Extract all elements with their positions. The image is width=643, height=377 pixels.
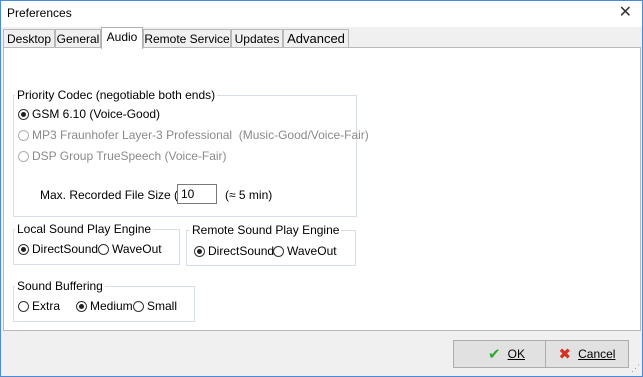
- radio-unchecked-icon: [273, 245, 284, 257]
- remote-waveout-radio[interactable]: WaveOut: [273, 244, 337, 258]
- radio-checked-icon: [18, 108, 29, 120]
- codec-truespeech-label: DSP Group TrueSpeech (Voice-Fair): [32, 149, 227, 163]
- button-bar: ✔ OK ✖ Cancel ⋰: [1, 331, 642, 376]
- buffering-extra-radio[interactable]: Extra: [18, 299, 60, 313]
- cancel-label: Cancel: [578, 347, 616, 361]
- buffering-small-radio[interactable]: Small: [133, 299, 177, 313]
- buffering-medium-radio[interactable]: Medium: [76, 299, 133, 313]
- codec-mp3-label: MP3 Fraunhofer Layer-3 Professional (Mus…: [32, 128, 369, 142]
- local-waveout-radio[interactable]: WaveOut: [98, 242, 162, 256]
- ok-label: OK: [507, 347, 525, 361]
- local-engine-label: Local Sound Play Engine: [15, 222, 154, 236]
- window-title: Preferences: [7, 6, 72, 20]
- buffering-extra-label: Extra: [32, 299, 61, 313]
- local-directsound-radio[interactable]: DirectSound: [18, 242, 98, 256]
- ok-button[interactable]: ✔ OK: [453, 340, 560, 368]
- cross-icon: ✖: [558, 346, 572, 363]
- checkmark-icon: ✔: [488, 346, 501, 363]
- codec-truespeech-radio: DSP Group TrueSpeech (Voice-Fair): [18, 149, 227, 163]
- radio-checked-icon: [18, 243, 29, 255]
- local-directsound-label: DirectSound: [32, 242, 99, 256]
- remote-engine-label: Remote Sound Play Engine: [190, 223, 342, 237]
- tab-advanced[interactable]: Advanced: [283, 29, 349, 48]
- tab-remote-service[interactable]: Remote Service: [143, 29, 231, 48]
- max-file-size-input[interactable]: [177, 184, 217, 204]
- close-icon[interactable]: ✕: [619, 3, 632, 23]
- priority-codec-label: Priority Codec (negotiable both ends): [15, 88, 218, 102]
- local-waveout-label: WaveOut: [112, 242, 162, 256]
- radio-unchecked-icon: [18, 129, 29, 141]
- resize-grip-icon[interactable]: ⋰: [631, 363, 640, 374]
- codec-gsm-label: GSM 6.10 (Voice-Good): [32, 107, 161, 121]
- audio-panel: Priority Codec (negotiable both ends) GS…: [3, 47, 641, 331]
- buffering-small-label: Small: [147, 299, 178, 313]
- tab-updates[interactable]: Updates: [231, 29, 283, 48]
- title-bar[interactable]: Preferences ✕: [1, 1, 642, 27]
- buffering-medium-label: Medium: [90, 299, 133, 313]
- remote-waveout-label: WaveOut: [287, 244, 337, 258]
- radio-unchecked-icon: [18, 300, 29, 312]
- preferences-window: Preferences ✕ Desktop General Audio Remo…: [0, 0, 643, 377]
- radio-unchecked-icon: [133, 300, 144, 312]
- codec-gsm-radio[interactable]: GSM 6.10 (Voice-Good): [18, 107, 160, 121]
- tab-desktop[interactable]: Desktop: [3, 29, 55, 48]
- radio-unchecked-icon: [98, 243, 109, 255]
- remote-directsound-label: DirectSound: [208, 244, 275, 258]
- radio-checked-icon: [76, 300, 87, 312]
- codec-mp3-radio: MP3 Fraunhofer Layer-3 Professional (Mus…: [18, 128, 369, 142]
- tab-audio[interactable]: Audio: [101, 27, 143, 49]
- remote-directsound-radio[interactable]: DirectSound: [194, 244, 274, 258]
- radio-checked-icon: [194, 245, 205, 257]
- max-file-size-hint: (≈ 5 min): [225, 188, 273, 202]
- cancel-button[interactable]: ✖ Cancel: [545, 340, 629, 368]
- sound-buffering-label: Sound Buffering: [15, 279, 105, 293]
- tab-general[interactable]: General: [55, 29, 101, 48]
- radio-unchecked-icon: [18, 150, 29, 162]
